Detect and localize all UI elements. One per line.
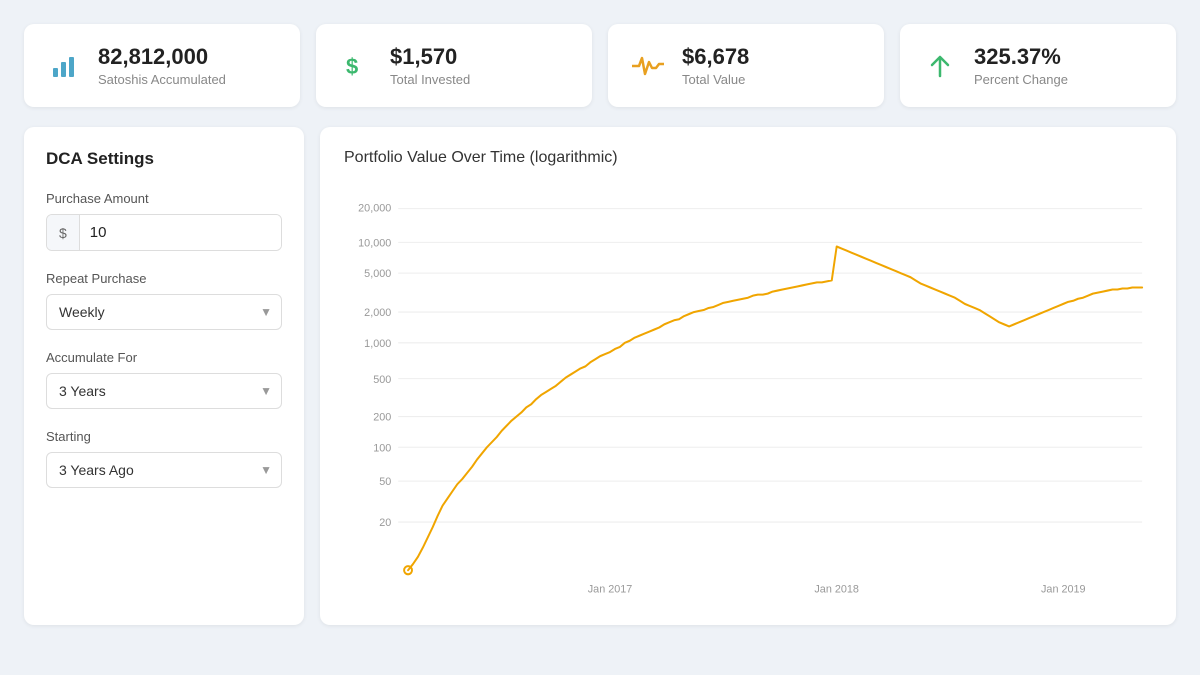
accumulate-for-select[interactable]: 1 Year 2 Years 3 Years 5 Years (46, 373, 282, 409)
settings-panel: DCA Settings Purchase Amount $ .00 Repea… (24, 127, 304, 625)
starting-label: Starting (46, 429, 282, 444)
total-value-card: $6,678 Total Value (608, 24, 884, 107)
purchase-amount-group: Purchase Amount $ .00 (46, 191, 282, 251)
svg-text:10,000: 10,000 (358, 238, 391, 250)
bar-chart-icon (46, 52, 82, 80)
satoshis-card-content: 82,812,000 Satoshis Accumulated (98, 44, 226, 87)
portfolio-chart: 20,000 10,000 5,000 2,000 1,000 500 200 … (344, 183, 1152, 603)
svg-text:50: 50 (379, 476, 391, 488)
svg-text:20,000: 20,000 (358, 203, 391, 215)
percent-change-card: 325.37% Percent Change (900, 24, 1176, 107)
chart-panel: Portfolio Value Over Time (logarithmic) … (320, 127, 1176, 625)
repeat-purchase-label: Repeat Purchase (46, 271, 282, 286)
accumulate-for-label: Accumulate For (46, 350, 282, 365)
svg-text:500: 500 (373, 374, 391, 386)
total-value-label: Total Value (682, 72, 749, 87)
svg-text:100: 100 (373, 443, 391, 455)
starting-group: Starting 1 Year Ago 2 Years Ago 3 Years … (46, 429, 282, 488)
svg-text:Jan 2018: Jan 2018 (814, 584, 859, 596)
chart-area: 20,000 10,000 5,000 2,000 1,000 500 200 … (344, 183, 1152, 603)
svg-text:$: $ (346, 54, 358, 79)
svg-text:2,000: 2,000 (364, 307, 391, 319)
svg-text:Jan 2017: Jan 2017 (588, 584, 633, 596)
repeat-purchase-select-wrapper: Weekly Daily Monthly ▼ (46, 294, 282, 330)
chart-title: Portfolio Value Over Time (logarithmic) (344, 149, 1152, 167)
pulse-icon (630, 54, 666, 78)
repeat-purchase-group: Repeat Purchase Weekly Daily Monthly ▼ (46, 271, 282, 330)
invested-label: Total Invested (390, 72, 470, 87)
total-value-value: $6,678 (682, 44, 749, 70)
percent-change-label: Percent Change (974, 72, 1068, 87)
satoshis-card: 82,812,000 Satoshis Accumulated (24, 24, 300, 107)
svg-text:20: 20 (379, 517, 391, 529)
arrow-up-icon (922, 52, 958, 80)
settings-title: DCA Settings (46, 149, 282, 169)
svg-text:Jan 2019: Jan 2019 (1041, 584, 1086, 596)
purchase-amount-input[interactable] (80, 215, 282, 250)
invested-value: $1,570 (390, 44, 470, 70)
stat-cards-row: 82,812,000 Satoshis Accumulated $ $1,570… (24, 24, 1176, 107)
invested-card: $ $1,570 Total Invested (316, 24, 592, 107)
svg-text:5,000: 5,000 (364, 268, 391, 280)
dollar-icon: $ (338, 52, 374, 80)
satoshis-value: 82,812,000 (98, 44, 226, 70)
accumulate-for-select-wrapper: 1 Year 2 Years 3 Years 5 Years ▼ (46, 373, 282, 409)
starting-select-wrapper: 1 Year Ago 2 Years Ago 3 Years Ago 5 Yea… (46, 452, 282, 488)
percent-change-value: 325.37% (974, 44, 1068, 70)
purchase-amount-label: Purchase Amount (46, 191, 282, 206)
starting-select[interactable]: 1 Year Ago 2 Years Ago 3 Years Ago 5 Yea… (46, 452, 282, 488)
invested-card-content: $1,570 Total Invested (390, 44, 470, 87)
percent-change-card-content: 325.37% Percent Change (974, 44, 1068, 87)
total-value-card-content: $6,678 Total Value (682, 44, 749, 87)
svg-text:200: 200 (373, 412, 391, 424)
purchase-amount-prefix: $ (47, 215, 80, 250)
main-row: DCA Settings Purchase Amount $ .00 Repea… (24, 127, 1176, 625)
svg-text:1,000: 1,000 (364, 338, 391, 350)
satoshis-label: Satoshis Accumulated (98, 72, 226, 87)
accumulate-for-group: Accumulate For 1 Year 2 Years 3 Years 5 … (46, 350, 282, 409)
repeat-purchase-select[interactable]: Weekly Daily Monthly (46, 294, 282, 330)
purchase-amount-input-row: $ .00 (46, 214, 282, 251)
